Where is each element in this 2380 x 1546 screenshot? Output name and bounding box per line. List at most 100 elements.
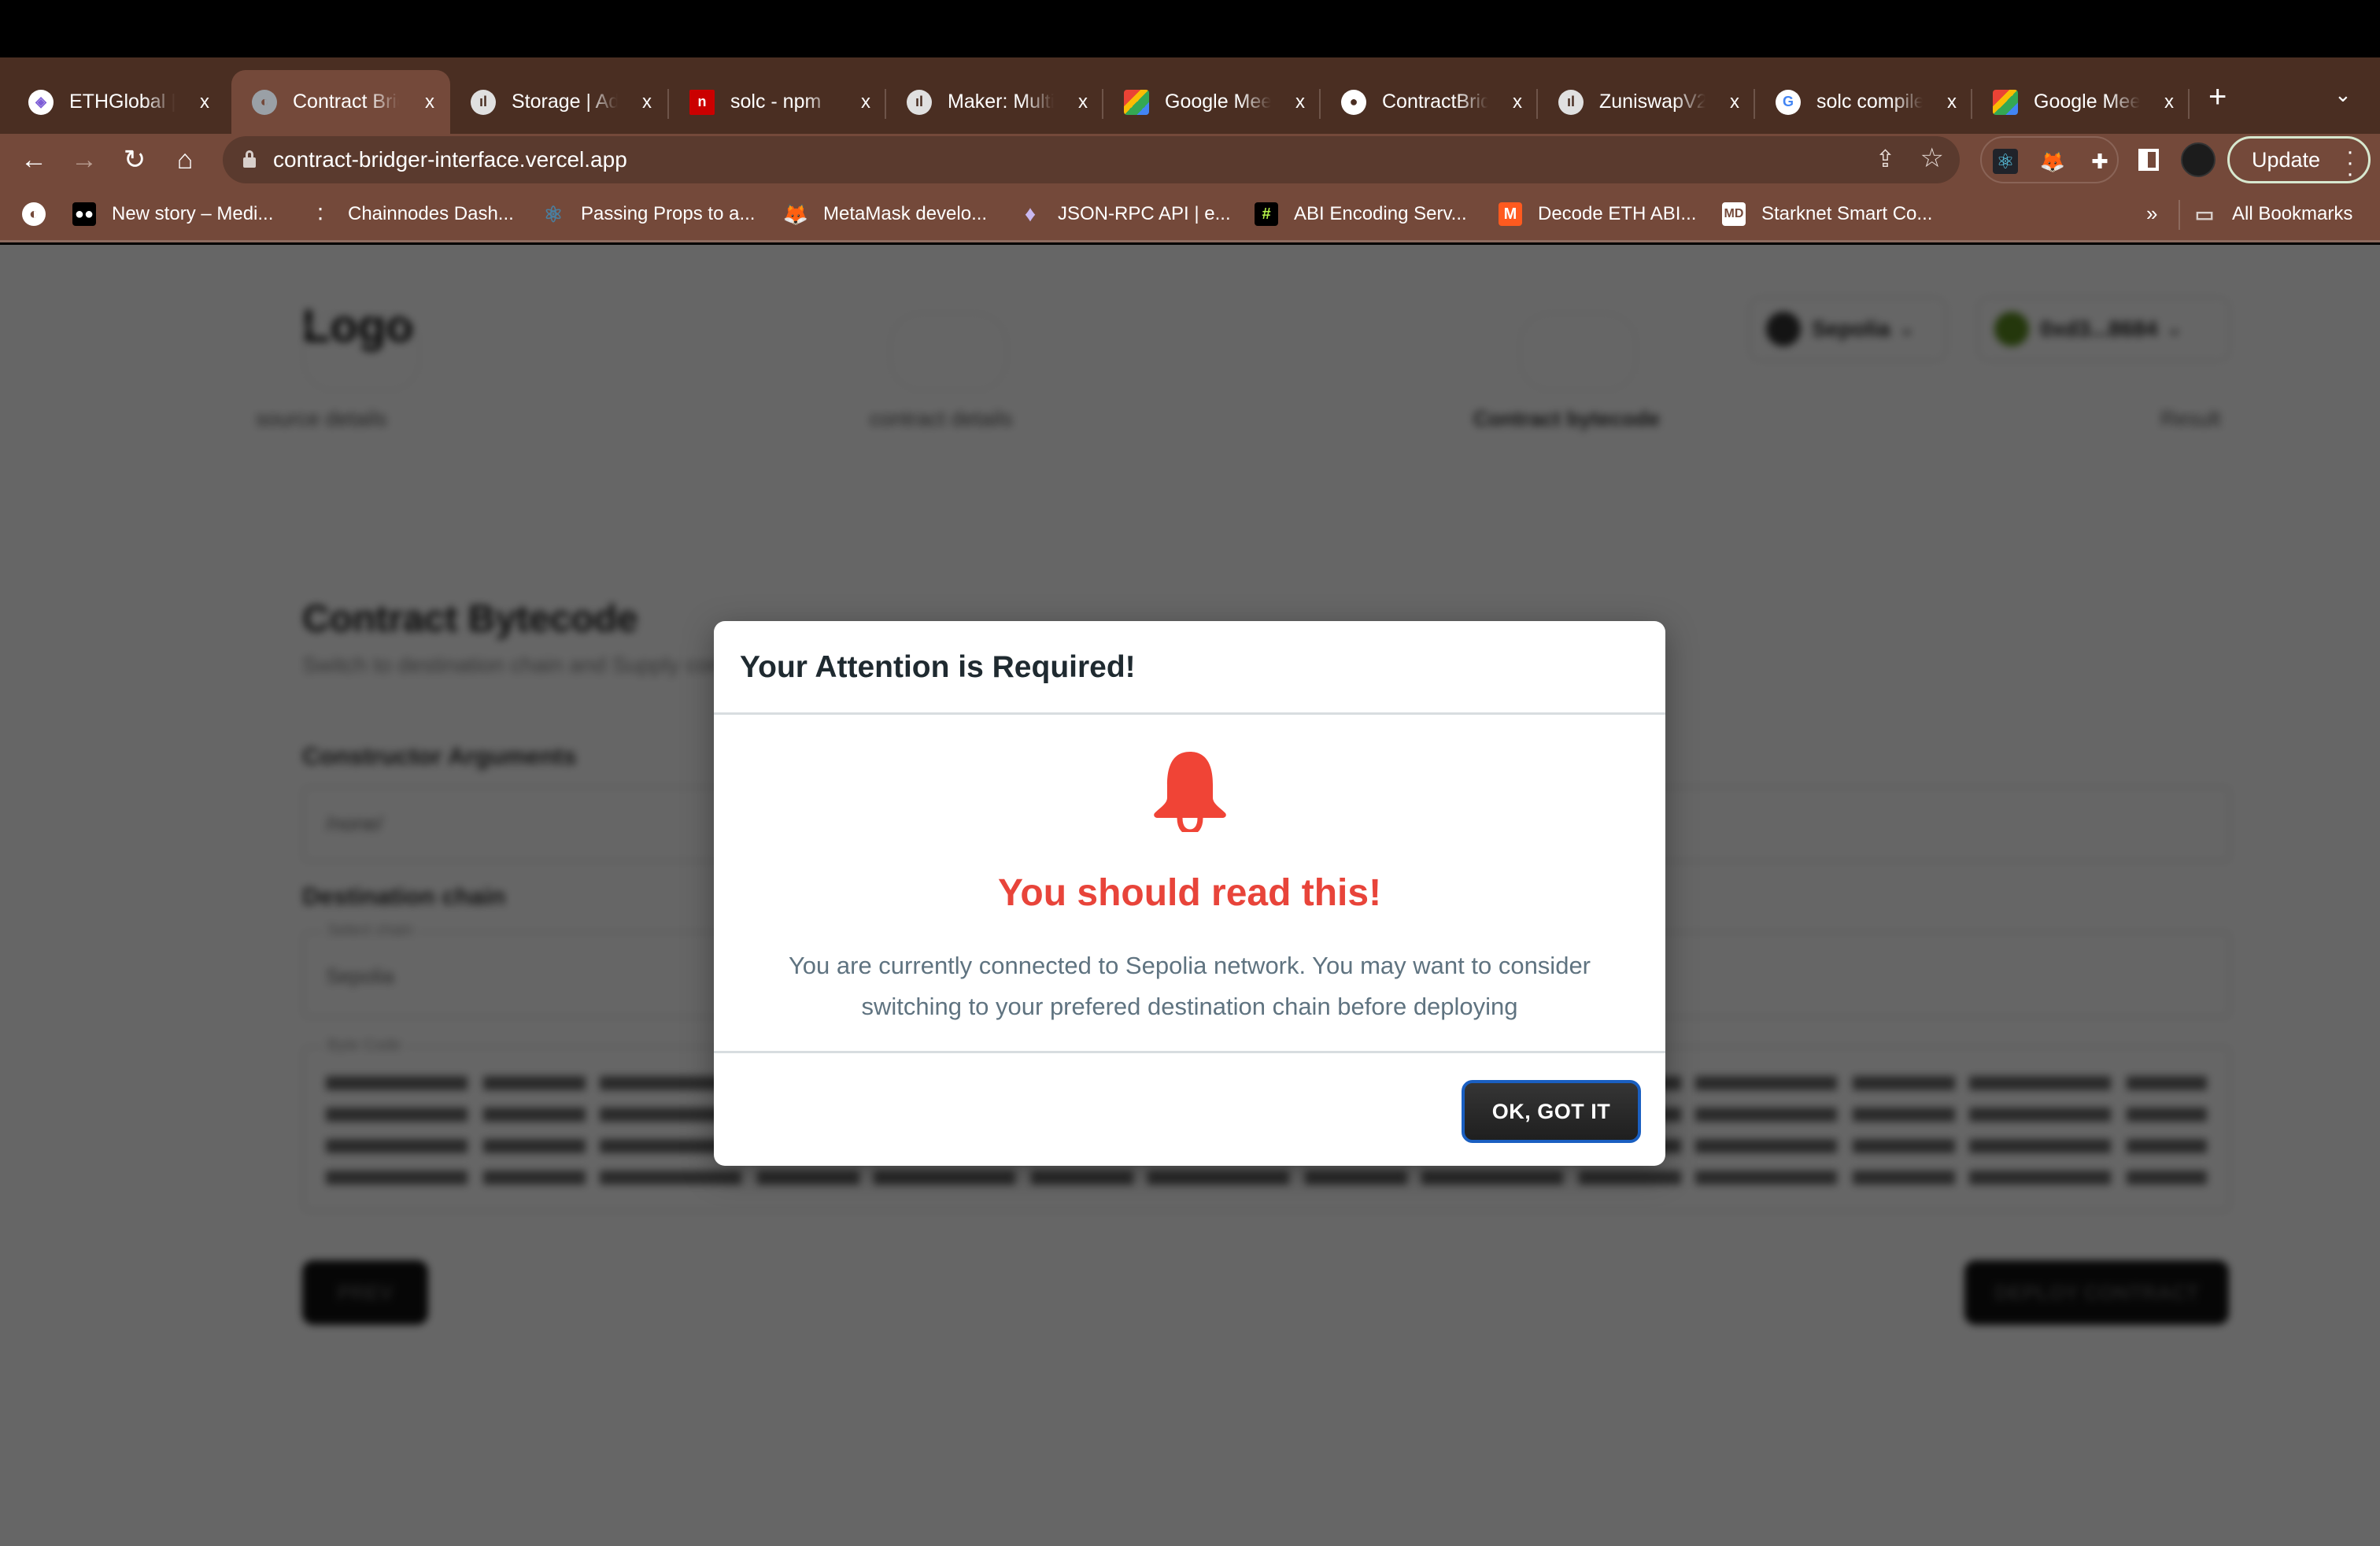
- more-menu-icon[interactable]: · · ·: [2346, 140, 2354, 186]
- close-tab-icon[interactable]: x: [1078, 91, 1088, 113]
- hashtag-icon: #: [1255, 202, 1278, 226]
- new-tab-button[interactable]: +: [2208, 81, 2227, 113]
- bookmark-item[interactable]: ●● New story – Medi...: [72, 202, 273, 227]
- bookmark-item[interactable]: M Decode ETH ABI...: [1499, 202, 1696, 227]
- all-bookmarks-button[interactable]: ▭ All Bookmarks: [2193, 202, 2353, 227]
- modal-title: Your Attention is Required!: [740, 650, 1136, 684]
- close-tab-icon[interactable]: x: [2164, 91, 2174, 113]
- modal-footer: OK, GOT IT: [714, 1051, 1665, 1166]
- metamask-icon: 🦊: [782, 202, 809, 226]
- react-icon: ⚛: [543, 202, 564, 227]
- forward-arrow-icon[interactable]: →: [68, 143, 101, 176]
- bookmark-label: Starknet Smart Co...: [1761, 203, 1933, 224]
- bookmark-label: JSON-RPC API | e...: [1058, 203, 1231, 224]
- metamask-icon[interactable]: 🦊: [2040, 149, 2065, 174]
- browser-toolbar: ← → ↻ ⌂ contract-bridger-interface.verce…: [0, 134, 2380, 186]
- close-tab-icon[interactable]: x: [200, 91, 209, 113]
- bookmark-label: Passing Props to a...: [581, 203, 756, 224]
- home-icon[interactable]: ⌂: [168, 143, 201, 176]
- alchemy-icon: ıl: [471, 89, 496, 115]
- tab-zuniswap[interactable]: ıl ZuniswapV2 x: [1538, 70, 1755, 134]
- close-tab-icon[interactable]: x: [642, 91, 652, 113]
- tab-google-meet[interactable]: Google Meet x: [1103, 70, 1321, 134]
- google-meet-icon: [1124, 89, 1149, 115]
- attention-modal: Your Attention is Required! You should r…: [714, 621, 1665, 1166]
- tab-title: ETHGlobal |: [69, 91, 176, 113]
- close-tab-icon[interactable]: x: [1513, 91, 1522, 113]
- bookmark-star-icon[interactable]: ☆: [1920, 142, 1944, 174]
- update-label: Update: [2252, 147, 2321, 172]
- lock-icon[interactable]: [243, 150, 256, 168]
- url-text[interactable]: contract-bridger-interface.vercel.app: [273, 147, 627, 172]
- tab-solc-npm[interactable]: n solc - npm x: [669, 70, 886, 134]
- globe-icon: ◐: [22, 202, 46, 226]
- tab-contract-bridger[interactable]: ◐ Contract Bridger x: [231, 70, 450, 134]
- tab-title: solc compile: [1816, 91, 1923, 113]
- chainnodes-icon: ⁚: [317, 205, 323, 224]
- tab-google-meet-2[interactable]: Google Meet x: [1972, 70, 2190, 134]
- modal-headline: You should read this!: [997, 872, 1382, 914]
- close-tab-icon[interactable]: x: [1947, 91, 1957, 113]
- bookmark-label: Chainnodes Dash...: [348, 203, 514, 224]
- github-icon: ●: [1341, 89, 1366, 115]
- tab-title: Contract Bridger: [293, 91, 399, 113]
- tab-ethglobal[interactable]: ◈ ETHGlobal | x: [8, 70, 225, 134]
- tab-title: Google Meet: [1165, 91, 1271, 113]
- extensions-group: ⚛ 🦊 ✚: [1980, 136, 2119, 183]
- tab-title: Storage | Ad: [512, 91, 618, 113]
- extensions-puzzle-icon[interactable]: ✚: [2087, 149, 2112, 174]
- bookmark-label: MetaMask develo...: [823, 203, 988, 224]
- bookmarks-overflow-chevron-icon[interactable]: »: [2146, 202, 2157, 226]
- tab-storage[interactable]: ıl Storage | Ad x: [450, 70, 667, 134]
- tab-github-contractbridger[interactable]: ● ContractBridger x: [1321, 70, 1538, 134]
- back-arrow-icon[interactable]: ←: [17, 143, 50, 176]
- address-bar[interactable]: contract-bridger-interface.vercel.app ⇪ …: [223, 136, 1960, 183]
- folder-icon: ▭: [2194, 202, 2215, 226]
- close-tab-icon[interactable]: x: [1295, 91, 1305, 113]
- tab-maker[interactable]: ıl Maker: Multi x: [886, 70, 1103, 134]
- tab-solc-compile[interactable]: G solc compile x: [1755, 70, 1972, 134]
- share-icon[interactable]: ⇪: [1876, 146, 1895, 173]
- bookmark-item[interactable]: ♦ JSON-RPC API | e...: [1018, 202, 1231, 227]
- menu-bar: [0, 0, 2380, 57]
- markdown-icon: MD: [1722, 202, 1746, 226]
- close-tab-icon[interactable]: x: [861, 91, 870, 113]
- bookmark-label: New story – Medi...: [112, 203, 274, 224]
- react-devtools-icon[interactable]: ⚛: [1993, 149, 2018, 174]
- bookmark-item[interactable]: 🦊 MetaMask develo...: [782, 202, 988, 227]
- modal-message: You are currently connected to Sepolia n…: [788, 952, 1591, 1020]
- bookmark-item[interactable]: ⁚ Chainnodes Dash...: [309, 202, 514, 227]
- modal-header: Your Attention is Required!: [714, 621, 1665, 715]
- close-tab-icon[interactable]: x: [425, 91, 434, 113]
- close-tab-icon[interactable]: x: [1730, 91, 1739, 113]
- npm-icon: n: [689, 89, 715, 115]
- google-icon: G: [1776, 89, 1801, 115]
- bookmark-label: ABI Encoding Serv...: [1294, 203, 1467, 224]
- bookmarks-bar: ◐ ●● New story – Medi... ⁚ Chainnodes Da…: [0, 186, 2380, 242]
- medium-icon: ●●: [72, 202, 96, 226]
- tab-search-chevron-icon[interactable]: ⌄: [2334, 83, 2352, 107]
- tab-title: solc - npm: [730, 91, 822, 113]
- reload-icon[interactable]: ↻: [118, 143, 151, 176]
- bookmark-item[interactable]: # ABI Encoding Serv...: [1255, 202, 1467, 227]
- tab-title: Google Meet: [2034, 91, 2140, 113]
- side-panel-icon[interactable]: [2138, 149, 2159, 171]
- alchemy-icon: ıl: [907, 89, 932, 115]
- bookmark-item[interactable]: ⚛ Passing Props to a...: [541, 202, 755, 227]
- tab-title: Maker: Multi: [948, 91, 1054, 113]
- ethereum-icon: ♦: [1024, 202, 1037, 226]
- alchemy-icon: ıl: [1558, 89, 1584, 115]
- ethglobal-icon: ◈: [28, 89, 54, 115]
- all-bookmarks-label: All Bookmarks: [2232, 203, 2353, 224]
- tab-strip: ◈ ETHGlobal | x ◐ Contract Bridger x ıl …: [0, 57, 2380, 134]
- profile-avatar[interactable]: [2181, 142, 2216, 177]
- tab-title: ZuniswapV2: [1599, 91, 1706, 113]
- ok-got-it-button[interactable]: OK, GOT IT: [1462, 1080, 1641, 1143]
- update-button[interactable]: Update · · ·: [2227, 136, 2371, 186]
- google-meet-icon: [1993, 89, 2018, 115]
- tab-separator: [2188, 89, 2190, 119]
- bookmarks-apps-icon[interactable]: ◐: [22, 202, 46, 227]
- decoder-icon: M: [1499, 202, 1522, 226]
- bookmark-item[interactable]: MD Starknet Smart Co...: [1722, 202, 1932, 227]
- globe-icon: ◐: [252, 89, 277, 115]
